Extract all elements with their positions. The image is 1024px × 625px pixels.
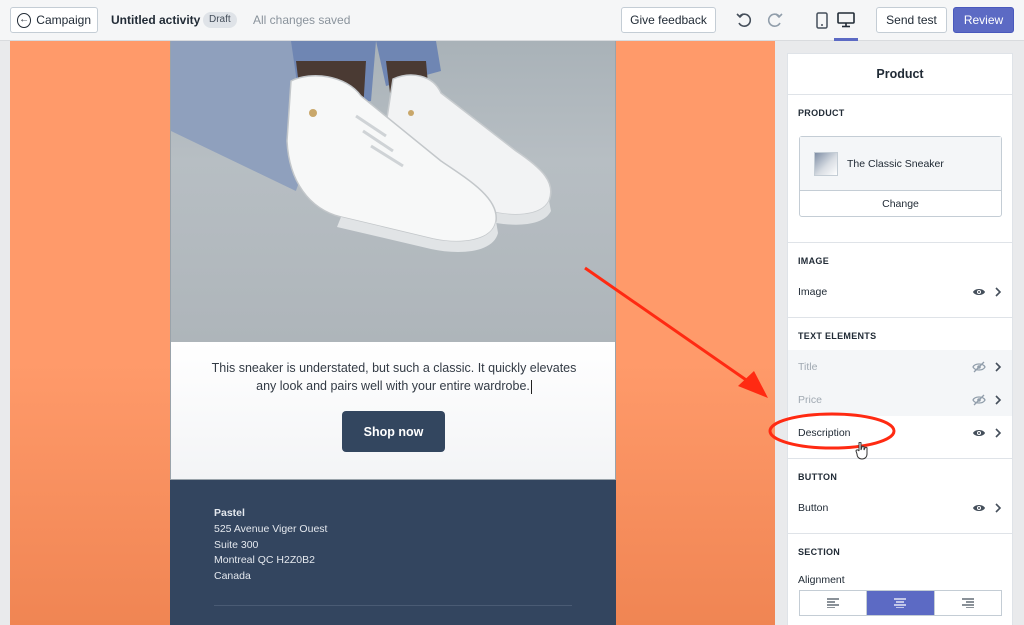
panel-title: Product — [788, 54, 1012, 95]
section-label: TEXT ELEMENTS — [798, 331, 877, 341]
eye-slash-icon[interactable] — [972, 361, 986, 373]
status-badge: Draft — [203, 12, 237, 28]
align-center-icon — [894, 598, 907, 608]
description-row-label: Description — [798, 426, 851, 439]
section-label: PRODUCT — [798, 108, 845, 118]
address-line: Canada — [214, 570, 251, 583]
save-status: All changes saved — [253, 13, 351, 27]
description-row[interactable]: Description — [788, 416, 1012, 449]
change-product-button[interactable]: Change — [800, 191, 1001, 217]
eye-slash-icon[interactable] — [972, 394, 986, 406]
image-row[interactable]: Image — [788, 275, 1012, 308]
align-right-button[interactable] — [935, 591, 1001, 615]
product-name: The Classic Sneaker — [847, 157, 944, 170]
product-thumbnail — [814, 151, 838, 176]
product-card: This sneaker is understated, but such a … — [170, 342, 616, 480]
hand-cursor-icon — [855, 442, 868, 460]
button-row-label: Button — [798, 501, 829, 514]
eye-icon[interactable] — [972, 503, 986, 513]
chevron-right-icon[interactable] — [994, 502, 1002, 513]
address-line: Montreal QC H2Z0B2 — [214, 554, 315, 567]
chevron-right-icon[interactable] — [994, 427, 1002, 438]
price-row-label: Price — [798, 393, 822, 406]
undo-icon[interactable] — [733, 9, 755, 31]
email-canvas: This sneaker is understated, but such a … — [10, 41, 775, 625]
image-row-label: Image — [798, 285, 828, 298]
product-section: PRODUCT The Classic Sneaker Change — [788, 95, 1012, 243]
email-preview: This sneaker is understated, but such a … — [170, 41, 616, 625]
email-footer: Pastel 525 Avenue Viger Ouest Suite 300 … — [170, 480, 616, 625]
active-view-indicator — [834, 38, 858, 41]
arrow-left-icon: ← — [17, 12, 32, 28]
company-name: Pastel — [214, 507, 245, 519]
shop-now-button[interactable]: Shop now — [342, 411, 445, 452]
product-description[interactable]: This sneaker is understated, but such a … — [201, 359, 587, 395]
redo-icon[interactable] — [764, 9, 786, 31]
activity-title: Untitled activity — [111, 13, 201, 27]
title-row-label: Title — [798, 360, 818, 373]
title-row[interactable]: Title — [788, 350, 1012, 383]
section-label: BUTTON — [798, 472, 838, 482]
button-row[interactable]: Button — [788, 491, 1012, 524]
alignment-control — [799, 590, 1002, 616]
mobile-preview-icon[interactable] — [813, 9, 831, 31]
section-settings: SECTION Alignment — [788, 534, 1012, 624]
product-image[interactable] — [170, 41, 616, 342]
send-test-button[interactable]: Send test — [876, 7, 947, 33]
address-line: Suite 300 — [214, 538, 259, 551]
top-bar: ← Campaign Untitled activity Draft All c… — [0, 0, 1024, 41]
price-row[interactable]: Price — [788, 383, 1012, 416]
button-section: BUTTON Button — [788, 459, 1012, 534]
give-feedback-button[interactable]: Give feedback — [621, 7, 716, 33]
eye-icon[interactable] — [972, 428, 986, 438]
section-label: SECTION — [798, 547, 841, 557]
eye-icon[interactable] — [972, 287, 986, 297]
section-label: IMAGE — [798, 256, 830, 266]
back-to-campaign-button[interactable]: ← Campaign — [10, 7, 98, 33]
sneaker-illustration — [286, 41, 552, 252]
chevron-right-icon[interactable] — [994, 286, 1002, 297]
image-section: IMAGE Image — [788, 243, 1012, 318]
address-line: 525 Avenue Viger Ouest — [214, 522, 328, 535]
back-button-label: Campaign — [36, 13, 91, 27]
text-cursor — [530, 379, 532, 394]
footer-address: Pastel 525 Avenue Viger Ouest Suite 300 … — [214, 506, 327, 585]
desktop-preview-icon[interactable] — [835, 9, 857, 31]
product-item: The Classic Sneaker — [800, 137, 1001, 191]
review-button[interactable]: Review — [953, 7, 1014, 33]
selected-product: The Classic Sneaker Change — [799, 136, 1002, 217]
description-text: This sneaker is understated, but such a … — [211, 361, 577, 393]
settings-panel: Product PRODUCT The Classic Sneaker Chan… — [787, 53, 1013, 625]
chevron-right-icon[interactable] — [994, 394, 1002, 405]
align-right-icon — [961, 598, 974, 608]
text-elements-section: TEXT ELEMENTS Title Price Description — [788, 318, 1012, 459]
align-left-icon — [827, 598, 840, 608]
footer-divider — [214, 605, 572, 606]
chevron-right-icon[interactable] — [994, 361, 1002, 372]
alignment-label: Alignment — [798, 574, 845, 586]
align-center-button[interactable] — [867, 591, 935, 615]
align-left-button[interactable] — [800, 591, 868, 615]
